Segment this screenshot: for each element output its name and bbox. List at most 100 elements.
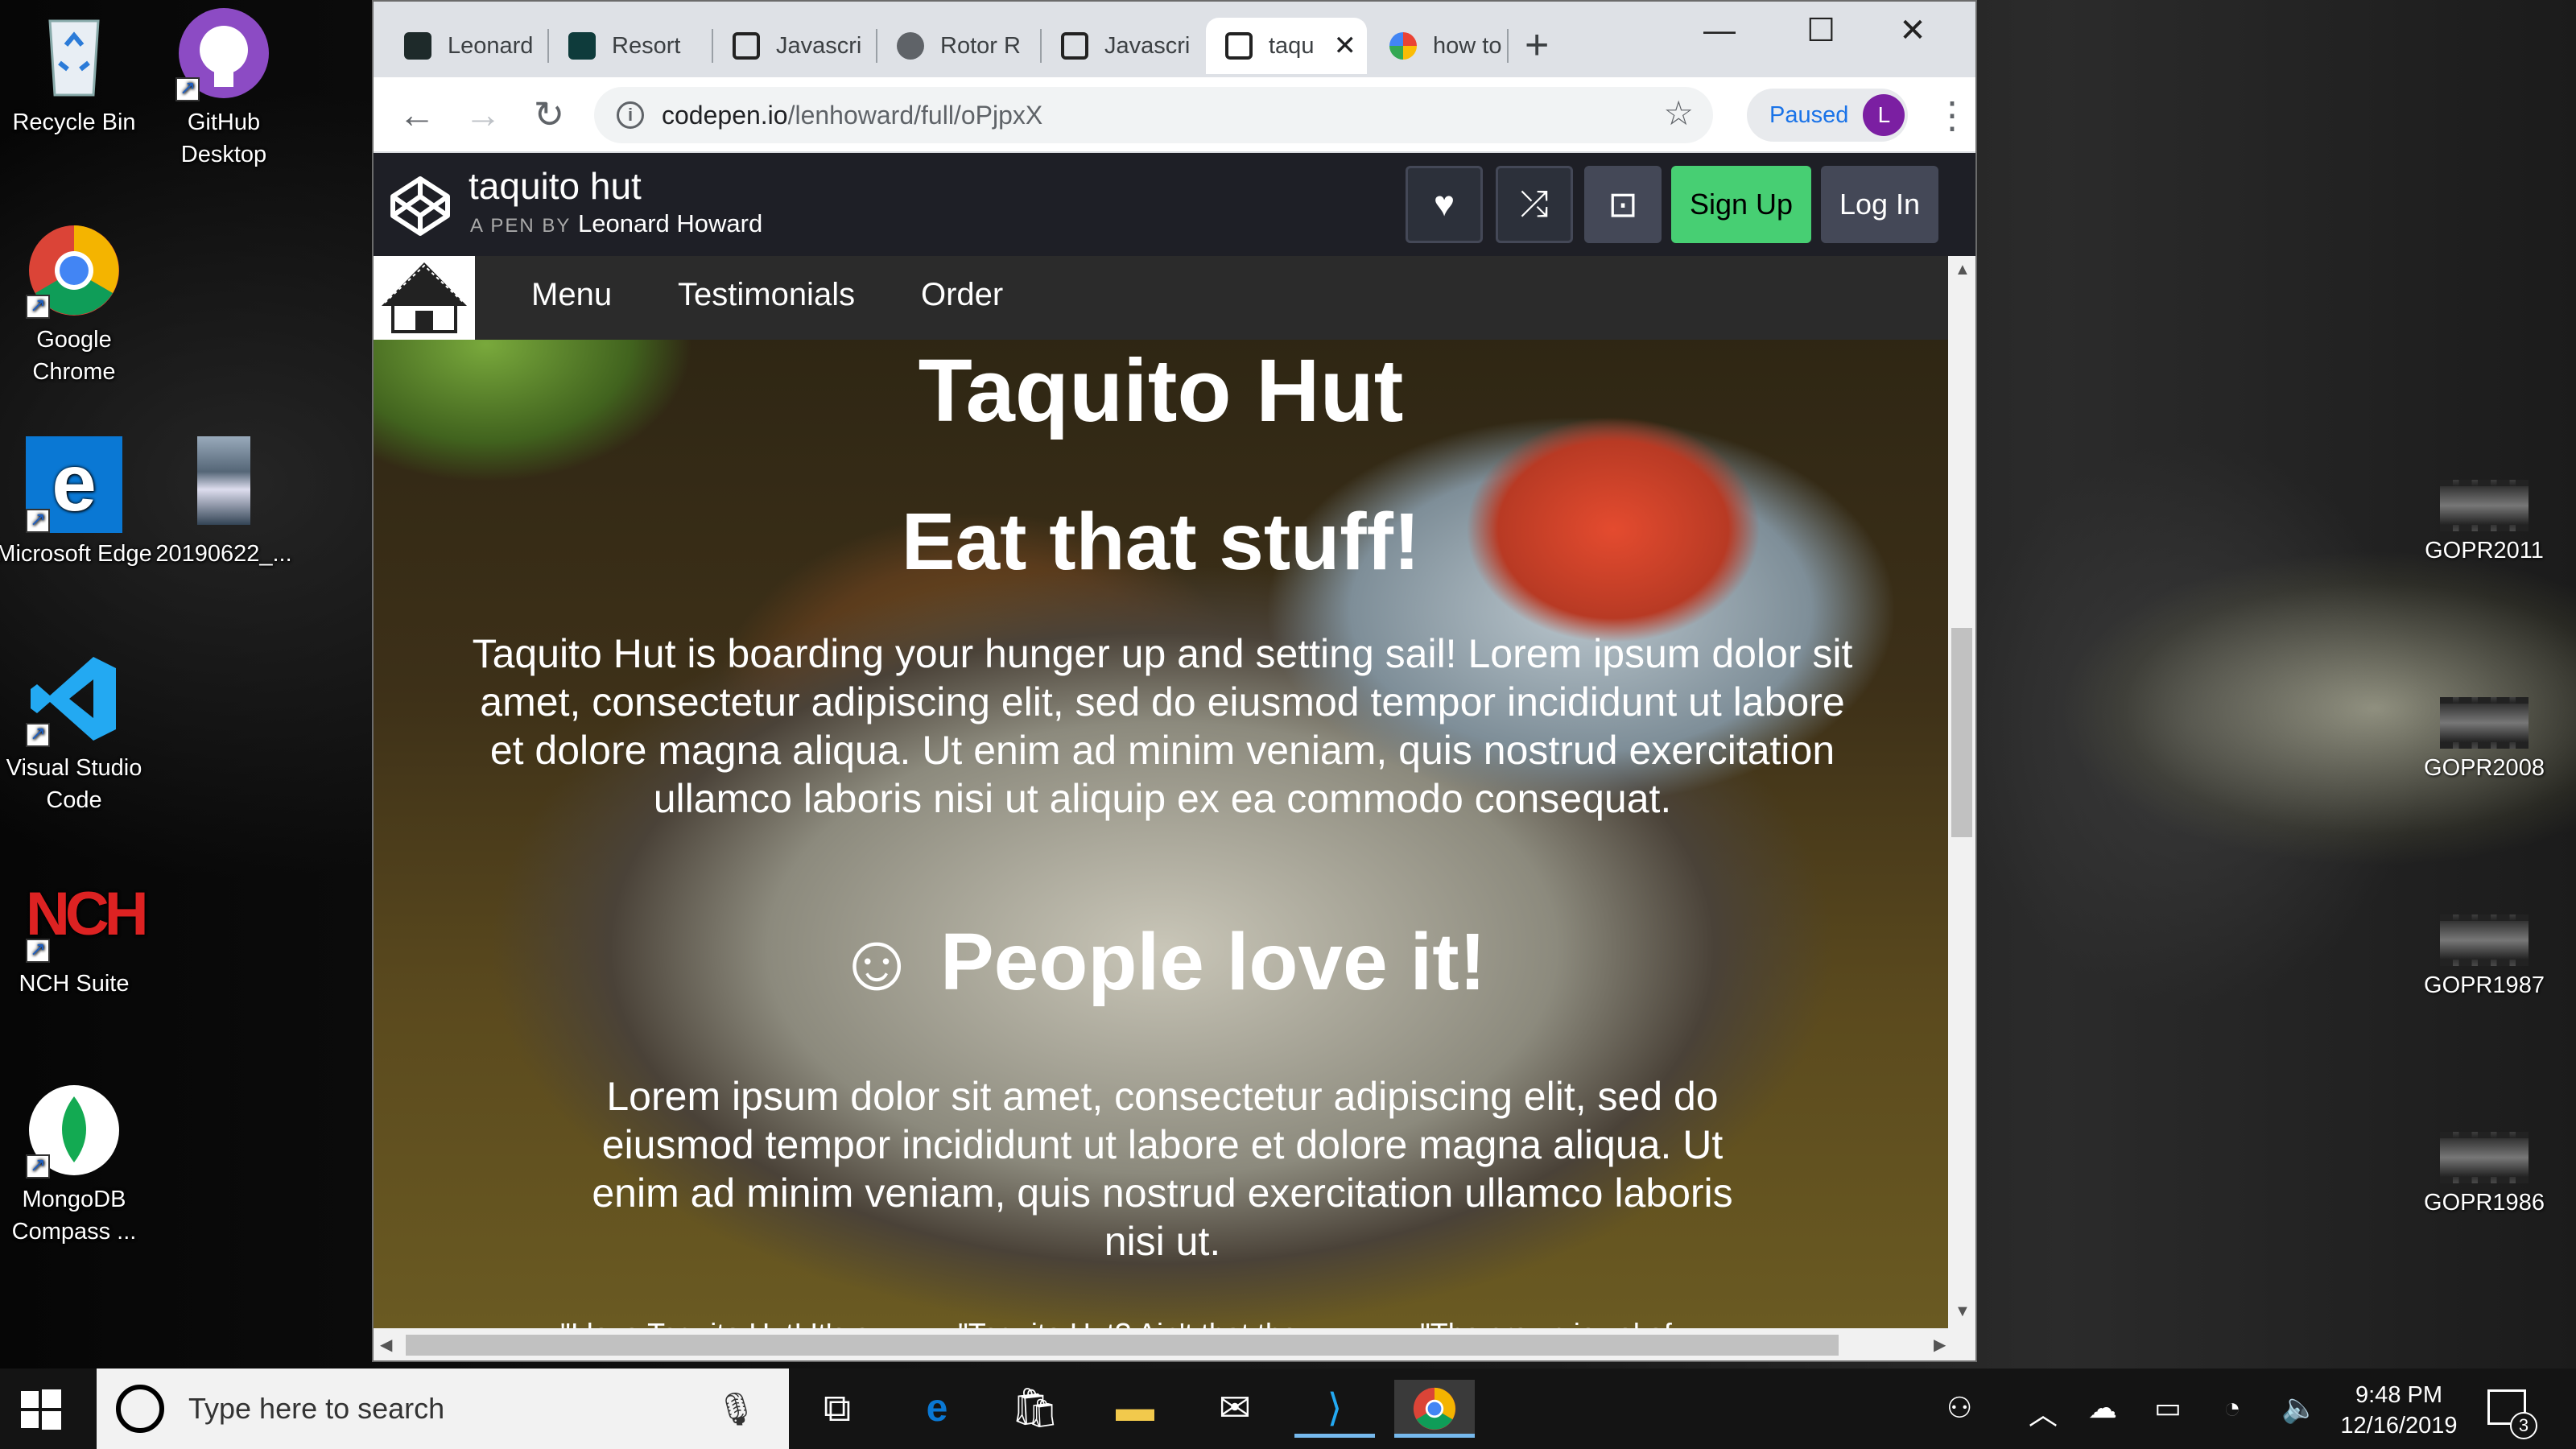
- taskbar-mail-icon[interactable]: ✉: [1195, 1380, 1275, 1438]
- scroll-down-icon[interactable]: ▼: [1955, 1302, 1971, 1321]
- desktop-icon-label: Google Chrome: [32, 327, 116, 385]
- maximize-button[interactable]: ☐: [1781, 6, 1861, 55]
- wifi-icon[interactable]: ◔: [2223, 1391, 2241, 1425]
- volume-icon[interactable]: 🔈: [2281, 1391, 2318, 1425]
- codepen-icon: [568, 32, 596, 60]
- taskbar-vscode-icon[interactable]: ⟩: [1294, 1380, 1375, 1438]
- forward-button[interactable]: →: [459, 92, 507, 140]
- taskbar-file-explorer-icon[interactable]: ▬: [1095, 1380, 1175, 1438]
- site-info-icon[interactable]: i: [617, 101, 644, 129]
- address-bar[interactable]: i codepen.io/lenhoward/full/oPjpxX ☆: [594, 87, 1713, 143]
- tab-javascript-1[interactable]: Javascri: [713, 18, 874, 74]
- clock-date: 12/16/2019: [2340, 1413, 2458, 1439]
- tab-javascript-2[interactable]: Javascri: [1042, 18, 1203, 74]
- nav-link-order[interactable]: Order: [921, 277, 1003, 313]
- shortcut-arrow-icon: ↗: [26, 723, 50, 747]
- desktop-file-gopr1987[interactable]: GOPR1987: [2396, 914, 2573, 999]
- clock-time: 9:48 PM: [2355, 1382, 2442, 1408]
- task-view-icon[interactable]: ⧉: [797, 1380, 877, 1438]
- close-window-button[interactable]: ✕: [1872, 6, 1953, 55]
- hut-logo-icon[interactable]: [374, 256, 475, 340]
- battery-icon[interactable]: ▭: [2154, 1391, 2182, 1425]
- pen-author-link[interactable]: Leonard Howard: [578, 209, 762, 237]
- taskbar-chrome-icon[interactable]: [1394, 1380, 1475, 1438]
- onedrive-icon[interactable]: ☁: [2088, 1391, 2117, 1425]
- testimonial-quote: "I love Taquito Hut! It's a: [560, 1317, 870, 1328]
- shortcut-arrow-icon: ↗: [26, 509, 50, 533]
- taskbar-clock[interactable]: 9:48 PM 12/16/2019: [2334, 1380, 2463, 1441]
- desktop-icon-visual-studio-code[interactable]: ↗ Visual Studio Code: [0, 650, 155, 816]
- profile-status: Paused: [1769, 101, 1849, 128]
- shortcut-arrow-icon: ↗: [175, 77, 200, 101]
- video-file-icon: [2440, 1132, 2529, 1183]
- site-subheading: Eat that stuff!: [901, 497, 1421, 587]
- tab-leonard[interactable]: Leonard: [385, 18, 546, 74]
- vertical-scrollbar[interactable]: ▲ ▼: [1948, 256, 1975, 1328]
- bookmark-star-icon[interactable]: ☆: [1663, 93, 1694, 133]
- desktop-icon-image-file[interactable]: 20190622_...: [143, 436, 304, 570]
- url-text: codepen.io/lenhoward/full/oPjpxX: [662, 100, 1043, 130]
- windows-start-icon[interactable]: [21, 1389, 61, 1430]
- video-file-icon: [2440, 480, 2529, 531]
- scroll-up-icon[interactable]: ▲: [1955, 261, 1971, 279]
- codepen-header: taquito hut A PEN BY Leonard Howard ♥ ⤮ …: [374, 153, 1975, 256]
- close-tab-icon[interactable]: ✕: [1333, 30, 1356, 62]
- desktop-icon-github-desktop[interactable]: ↗ GitHub Desktop: [143, 5, 304, 171]
- nav-link-menu[interactable]: Menu: [531, 277, 612, 313]
- desktop-icon-label: GitHub Desktop: [180, 109, 267, 167]
- desktop-file-gopr2011[interactable]: GOPR2011: [2396, 480, 2573, 564]
- codepen-logo-icon[interactable]: [388, 174, 452, 238]
- tab-separator: [1507, 29, 1509, 63]
- intro-paragraph: Taquito Hut is boarding your hunger up a…: [472, 631, 1853, 821]
- desktop-icon-google-chrome[interactable]: ↗ Google Chrome: [0, 222, 155, 388]
- avatar: L: [1863, 94, 1905, 136]
- pen-byline: A PEN BY Leonard Howard: [470, 209, 763, 237]
- desktop-file-gopr2008[interactable]: GOPR2008: [2396, 697, 2573, 782]
- desktop-icon-mongodb-compass[interactable]: ↗ MongoDB Compass ...: [0, 1082, 155, 1248]
- scroll-right-icon[interactable]: ▶: [1934, 1335, 1946, 1355]
- scrollbar-thumb[interactable]: [1951, 628, 1972, 837]
- tab-resort[interactable]: Resort: [549, 18, 710, 74]
- tab-how-to[interactable]: how to: [1370, 18, 1523, 74]
- desktop-icon-nch-suite[interactable]: NCH ↗ NCH Suite: [0, 866, 155, 1000]
- testimonial-quote: "Taquito Hut? Ain't that the: [958, 1317, 1298, 1328]
- browser-toolbar: ← → ↻ i codepen.io/lenhoward/full/oPjpxX…: [374, 77, 1975, 153]
- view-mode-button[interactable]: ⊡: [1584, 166, 1662, 243]
- google-icon: [1389, 32, 1417, 60]
- taskbar-search-box[interactable]: Type here to search 🎙: [97, 1368, 789, 1449]
- chrome-menu-icon[interactable]: ⋮: [1934, 93, 1971, 137]
- horizontal-scrollbar[interactable]: ◀ ▶: [374, 1328, 1975, 1360]
- reload-button[interactable]: ↻: [525, 92, 573, 140]
- back-button[interactable]: ←: [393, 92, 441, 140]
- microphone-icon[interactable]: 🎙: [716, 1390, 757, 1428]
- sign-up-button[interactable]: Sign Up: [1671, 166, 1811, 243]
- show-hidden-icons-icon[interactable]: ︿: [2029, 1391, 2058, 1433]
- taskbar-edge-icon[interactable]: e: [897, 1380, 977, 1438]
- desktop-icon-label: 20190622_...: [155, 541, 292, 567]
- desktop-icon-microsoft-edge[interactable]: e ↗ Microsoft Edge: [0, 436, 155, 570]
- tab-taquito-hut[interactable]: taqu ✕: [1206, 18, 1367, 74]
- tab-rotor[interactable]: Rotor R: [877, 18, 1038, 74]
- shortcut-arrow-icon: ↗: [26, 1154, 50, 1179]
- new-tab-button[interactable]: +: [1525, 21, 1549, 69]
- site-navbar: Menu Testimonials Order: [374, 256, 1948, 340]
- cortana-icon[interactable]: [116, 1385, 164, 1433]
- heart-button[interactable]: ♥: [1406, 166, 1483, 243]
- scrollbar-thumb[interactable]: [406, 1335, 1839, 1356]
- nch-icon: NCH ↗: [26, 866, 149, 963]
- desktop-icon-recycle-bin[interactable]: Recycle Bin: [0, 5, 155, 138]
- desktop-file-gopr1986[interactable]: GOPR1986: [2396, 1132, 2573, 1216]
- taskbar-store-icon[interactable]: 🛍: [995, 1380, 1075, 1438]
- fork-button[interactable]: ⤮: [1496, 166, 1573, 243]
- people-icon[interactable]: ⚇: [1946, 1391, 1972, 1425]
- vscode-icon: ↗: [26, 650, 122, 747]
- profile-button[interactable]: Paused L: [1747, 89, 1908, 142]
- nav-link-testimonials[interactable]: Testimonials: [678, 277, 855, 313]
- log-in-button[interactable]: Log In: [1821, 166, 1938, 243]
- mongodb-icon: ↗: [26, 1082, 122, 1179]
- scroll-left-icon[interactable]: ◀: [380, 1335, 392, 1355]
- chrome-icon: ↗: [26, 222, 122, 319]
- pen-preview: Menu Testimonials Order Taquito Hut Eat …: [374, 256, 1948, 1328]
- minimize-button[interactable]: —: [1679, 6, 1760, 55]
- site-heading: Taquito Hut: [918, 341, 1404, 440]
